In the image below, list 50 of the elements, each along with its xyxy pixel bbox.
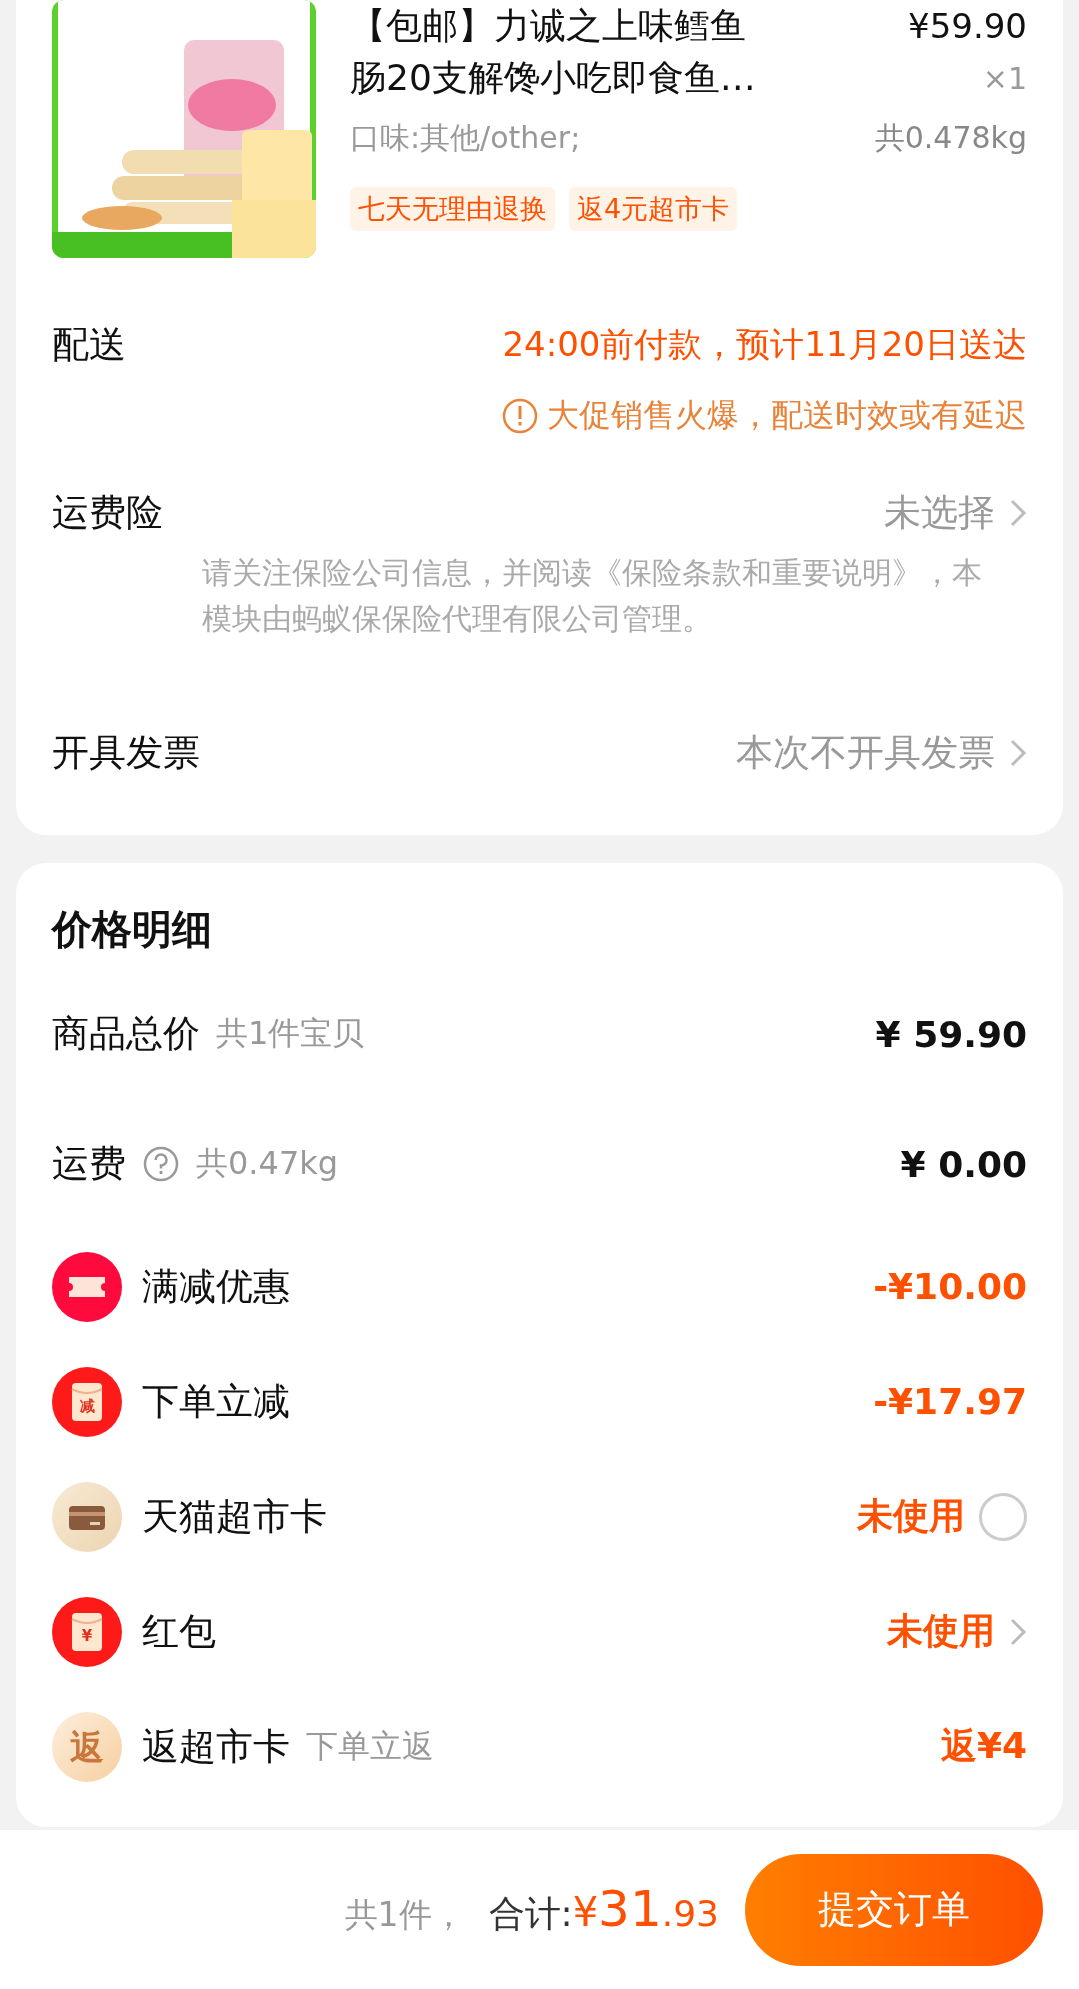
card-icon <box>52 1481 122 1552</box>
envelope-icon: 减 <box>52 1366 122 1437</box>
service-tag: 返4元超市卡 <box>569 187 738 231</box>
total-label: 合计: <box>488 1892 573 1936</box>
product-spec: 口味:其他/other; <box>350 119 581 157</box>
row-label: 返超市卡 <box>142 1723 290 1770</box>
row-label: 天猫超市卡 <box>142 1493 327 1540</box>
chevron-icon <box>1009 498 1027 528</box>
amount[interactable]: 未使用 <box>857 1492 965 1541</box>
product-title: 【包邮】力诚之上味鳕鱼 <box>350 4 746 48</box>
amount: -¥17.97 <box>873 1381 1027 1422</box>
weight: 共0.478kg <box>874 119 1027 157</box>
row-note: 共0.47kg <box>196 1143 339 1184</box>
warning-icon <box>501 397 539 435</box>
insurance-note: 请关注保险公司信息，并阅读《保险条款和重要说明》，本模块由蚂蚁保保险代理有限公司管理。 <box>202 554 983 638</box>
row-value[interactable]: 未选择 <box>884 488 995 538</box>
row-label: 运费险 <box>52 490 163 536</box>
amount: ¥ 0.00 <box>900 1143 1027 1185</box>
section-title: 价格明细 <box>52 904 213 954</box>
quantity: ×1 <box>982 60 1027 96</box>
radio-button[interactable] <box>979 1492 1027 1541</box>
product-title: 肠20支解馋小吃即食鱼… <box>350 56 756 100</box>
total-amount: 31 <box>598 1880 662 1938</box>
service-tag: 七天无理由退换 <box>350 187 555 231</box>
row-label: 开具发票 <box>52 730 200 776</box>
amount: -¥10.00 <box>873 1266 1027 1307</box>
currency-sign: ¥ <box>572 1889 599 1935</box>
amount[interactable]: 未使用 <box>887 1607 995 1656</box>
item-count: 共1件， <box>344 1894 465 1936</box>
row-note: 共1件宝贝 <box>216 1013 365 1054</box>
product-price: ¥59.90 <box>908 6 1027 46</box>
row-label: 红包 <box>142 1608 216 1655</box>
delivery-notice: 大促销售火爆，配送时效或有延迟 <box>547 395 1027 436</box>
row-note: 下单立返 <box>306 1725 434 1767</box>
delivery-time: 24:00前付款，预计11月20日送达 <box>502 323 1027 366</box>
amount: ¥ 59.90 <box>875 1013 1027 1055</box>
submit-order-button[interactable]: 提交订单 <box>745 1853 1043 1966</box>
chevron-icon <box>1009 738 1027 768</box>
help-icon[interactable] <box>142 1145 180 1183</box>
return-icon: 返 <box>52 1711 122 1782</box>
total-decimals: .93 <box>661 1893 719 1934</box>
row-label: 配送 <box>52 322 126 368</box>
ticket-icon <box>52 1251 122 1322</box>
row-label: 下单立减 <box>142 1378 290 1425</box>
row-value[interactable]: 本次不开具发票 <box>736 728 995 778</box>
row-label: 运费 <box>52 1141 126 1187</box>
envelope-icon: ¥ <box>52 1596 122 1667</box>
row-label: 商品总价 <box>52 1011 200 1057</box>
amount: 返¥4 <box>940 1724 1027 1768</box>
row-label: 满减优惠 <box>142 1263 290 1310</box>
